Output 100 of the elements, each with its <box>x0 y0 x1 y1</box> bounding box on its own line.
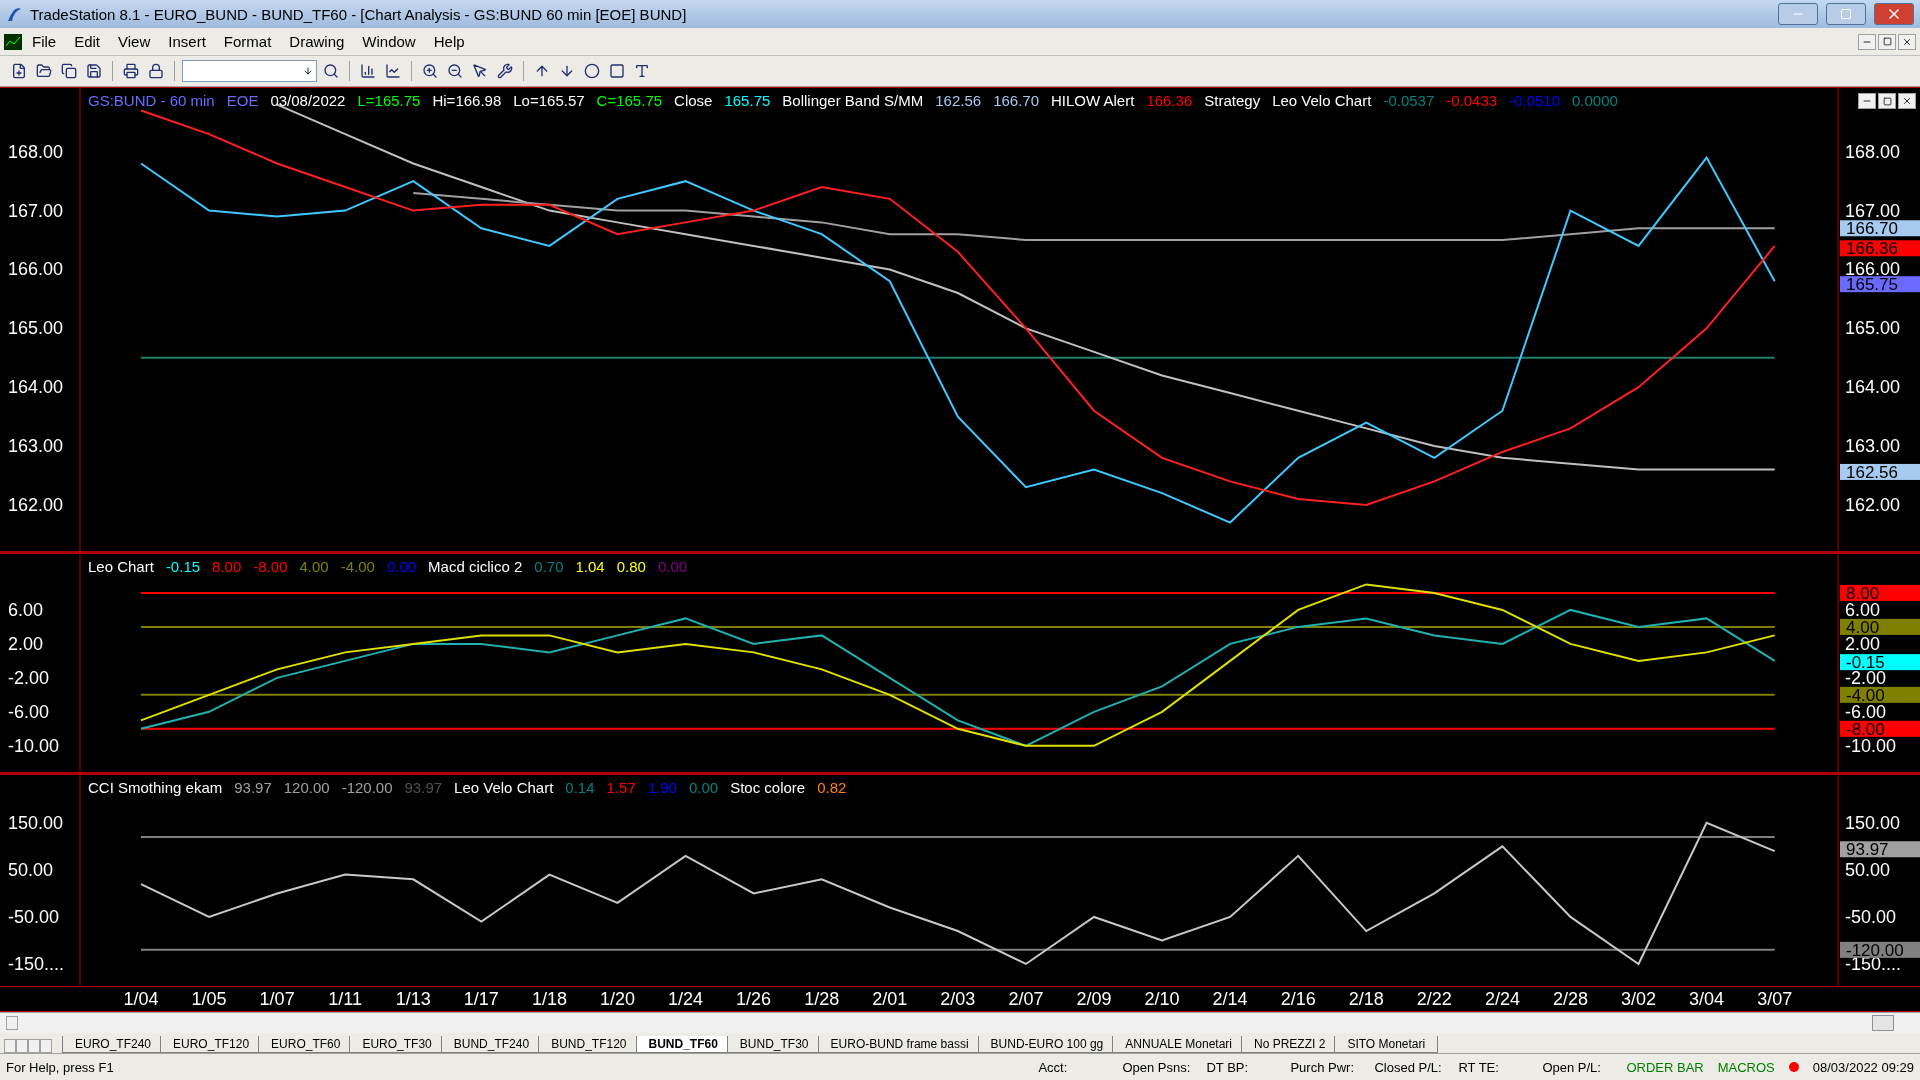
legend-text: Lo=165.57 <box>513 92 585 109</box>
axis-label: 164.00 <box>8 377 64 398</box>
date-label: 1/04 <box>123 989 159 1009</box>
date-label: 1/24 <box>668 989 704 1009</box>
legend-text: CCI Smothing ekam <box>88 779 223 796</box>
scroll-thumb[interactable] <box>1872 1015 1894 1031</box>
legend-text: 0.80 <box>616 558 646 575</box>
date-label: 2/28 <box>1552 989 1588 1009</box>
caret-icon <box>303 66 313 76</box>
axis-label: 150.00 <box>8 812 64 833</box>
legend-text: 166.70 <box>993 92 1039 109</box>
menu-item[interactable]: Drawing <box>281 31 353 52</box>
axis-label: -10.00 <box>8 735 60 756</box>
axis-label: 6.00 <box>8 599 44 620</box>
legend-text: 1.57 <box>606 779 636 796</box>
legend-text: EOE <box>226 92 259 109</box>
price-badge: 165.75 <box>1840 275 1920 295</box>
axis-label: 162.00 <box>1845 494 1901 515</box>
clock-text: 08/03/2022 09:29 <box>1812 1059 1914 1075</box>
close-icon <box>1902 36 1912 47</box>
price-badge: -8.00 <box>1840 719 1920 739</box>
axis-label: 2.00 <box>8 633 44 654</box>
minimize-button[interactable] <box>1858 93 1876 109</box>
date-label: 2/16 <box>1280 989 1316 1009</box>
legend-text: GS:BUND - 60 min <box>88 92 215 109</box>
status-field: Closed P/L: <box>1374 1059 1445 1075</box>
date-label: 2/01 <box>872 989 908 1009</box>
menu-item[interactable]: Format <box>215 31 280 52</box>
legend-text: -0.0510 <box>1509 92 1560 109</box>
legend-text: -120.00 <box>341 779 393 796</box>
legend-text: L=165.75 <box>357 92 421 109</box>
legend-text: 120.00 <box>283 779 330 796</box>
legend-text: Leo Chart <box>88 558 154 575</box>
date-label: 2/03 <box>940 989 976 1009</box>
help-text: For Help, press F1 <box>6 1059 114 1075</box>
legend-text: 0.0000 <box>1572 92 1618 109</box>
price-badge: 8.00 <box>1840 583 1920 603</box>
legend-text: Stoc colore <box>730 779 806 796</box>
menu-item[interactable]: Help <box>425 31 473 52</box>
legend-text: -8.00 <box>253 558 288 575</box>
legend-text: 1.90 <box>647 779 677 796</box>
axis-label: 167.00 <box>8 200 64 221</box>
maximize-button[interactable] <box>1826 3 1866 25</box>
legend-text: 0.14 <box>565 779 595 796</box>
menu-item[interactable]: Edit <box>66 31 109 52</box>
status-field: RT TE: <box>1458 1059 1529 1075</box>
date-label: 1/17 <box>463 989 499 1009</box>
axis-label: 168.00 <box>1845 141 1901 162</box>
legend-text: Macd ciclico 2 <box>428 558 523 575</box>
legend-text: HILOW Alert <box>1051 92 1135 109</box>
legend-text: 93.97 <box>404 779 443 796</box>
status-field: DT BP: <box>1206 1059 1277 1075</box>
minimize-button[interactable] <box>1778 3 1818 25</box>
date-label: 3/04 <box>1689 989 1725 1009</box>
close-button[interactable] <box>1898 93 1916 109</box>
status-indicator: MACROS <box>1717 1059 1775 1075</box>
axis-label: 165.00 <box>8 318 64 339</box>
legend-text: 1.04 <box>575 558 605 575</box>
date-label: 1/20 <box>599 989 635 1009</box>
axis-label: -50.00 <box>1845 906 1897 927</box>
app-logo-icon <box>6 5 22 23</box>
legend-text: 0.00 <box>386 558 417 575</box>
date-label: 2/07 <box>1008 989 1044 1009</box>
maximize-icon <box>1840 8 1852 20</box>
date-label: 2/10 <box>1144 989 1180 1009</box>
legend-text: Leo Velo Chart <box>454 779 554 796</box>
axis-label: 50.00 <box>8 859 54 880</box>
price-badge: 166.36 <box>1840 239 1920 259</box>
date-label: 3/07 <box>1757 989 1793 1009</box>
status-indicator: ORDER BAR <box>1626 1059 1704 1075</box>
legend-text: 166.36 <box>1146 92 1193 109</box>
price-badge: 93.97 <box>1840 840 1920 860</box>
axis-label: -2.00 <box>8 667 50 688</box>
date-label: 2/24 <box>1484 989 1520 1009</box>
date-label: 1/07 <box>259 989 295 1009</box>
date-label: 1/11 <box>328 989 363 1009</box>
date-label: 2/22 <box>1416 989 1452 1009</box>
minimize-button[interactable] <box>1858 33 1876 50</box>
legend-text: Close <box>674 92 713 109</box>
menu-item[interactable]: View <box>110 31 159 52</box>
axis-label: 167.00 <box>1845 200 1901 221</box>
menu-item[interactable]: Insert <box>160 31 214 52</box>
axis-label: 163.00 <box>1845 436 1901 457</box>
date-label: 1/18 <box>531 989 567 1009</box>
legend-text: -0.0433 <box>1446 92 1498 109</box>
legend-text: 0.82 <box>817 779 847 796</box>
legend-text: 8.00 <box>212 558 242 575</box>
legend-text: 03/08/2022 <box>270 92 346 109</box>
workspace-tab[interactable]: SITO Monetari <box>1334 1036 1439 1053</box>
close-button[interactable] <box>1898 33 1916 50</box>
axis-label: 165.00 <box>1845 318 1901 339</box>
axis-label: 150.00 <box>1845 812 1901 833</box>
date-label: 2/14 <box>1212 989 1248 1009</box>
restore-icon <box>1882 96 1892 106</box>
status-field: Purch Pwr: <box>1290 1059 1361 1075</box>
axis-label: 166.00 <box>8 259 64 280</box>
legend-text: 165.75 <box>724 92 771 109</box>
date-label: 1/26 <box>736 989 772 1009</box>
menu-item[interactable]: Window <box>354 31 424 52</box>
menu-item[interactable]: File <box>24 31 65 52</box>
